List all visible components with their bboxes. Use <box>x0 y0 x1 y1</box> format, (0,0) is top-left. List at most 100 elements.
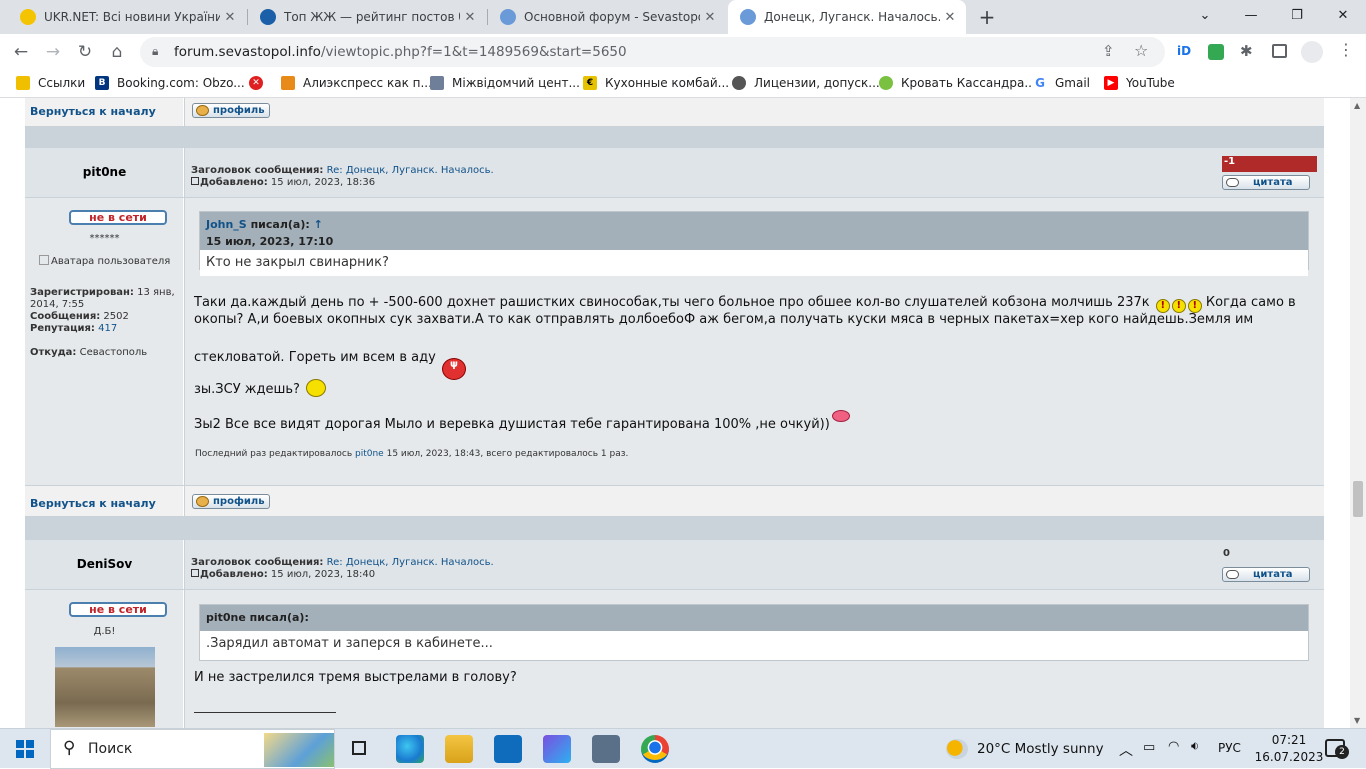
task-view-icon[interactable] <box>346 735 374 763</box>
scrollbar-thumb[interactable] <box>1353 481 1363 517</box>
bookmark-gmail[interactable]: G Gmail <box>1033 76 1090 90</box>
address-bar[interactable]: 🔒︎ forum.sevastopol.info/viewtopic.php?f… <box>140 37 1165 67</box>
chevron-up-icon[interactable]: ︿ <box>1119 740 1133 760</box>
edit-note: Последний раз редактировалось pit0ne 15 … <box>195 449 629 459</box>
waiting-smiley-icon <box>306 379 327 397</box>
calculator-icon[interactable] <box>592 735 620 763</box>
post-separator <box>25 517 1324 540</box>
close-icon[interactable]: ✕ <box>460 10 480 25</box>
bookmark-x[interactable]: ✕ <box>249 76 271 90</box>
bookmark-links[interactable]: Ссылки <box>16 76 85 90</box>
side-panel-icon[interactable] <box>1272 44 1287 58</box>
back-to-top-link[interactable]: Вернуться к началу <box>30 105 156 118</box>
notifications-icon[interactable]: 2 <box>1325 739 1349 759</box>
tab-search-icon[interactable]: ⌄ <box>1182 0 1228 30</box>
scroll-up-icon[interactable]: ▲ <box>1354 101 1360 110</box>
avatar: Аватара пользователя <box>39 255 170 267</box>
profile-button[interactable]: профиль <box>192 494 270 509</box>
close-icon[interactable]: ✕ <box>220 10 240 25</box>
mail-icon[interactable] <box>494 735 522 763</box>
profile-avatar-icon[interactable] <box>1301 41 1323 63</box>
back-to-top-link[interactable]: Вернуться к началу <box>30 497 156 510</box>
bookmark-bed[interactable]: Кровать Кассандра... <box>879 76 1036 90</box>
bookmark-mizhvidomchyi[interactable]: Міжвідомчий цент... <box>430 76 580 90</box>
user-icon <box>196 496 209 507</box>
wifi-icon[interactable]: ◠ <box>1168 739 1179 754</box>
minimize-icon[interactable]: — <box>1228 0 1274 30</box>
profile-button[interactable]: профиль <box>192 103 270 118</box>
clock-date[interactable]: 16.07.2023 <box>1253 750 1325 764</box>
lock-icon[interactable]: 🔒︎ <box>152 44 158 59</box>
quote-button[interactable]: цитата <box>1222 175 1310 190</box>
post-text-line: зы.ЗСУ ждешь? <box>194 379 327 398</box>
menu-kebab-icon[interactable]: ⋮ <box>1338 40 1354 59</box>
chrome-browser-icon[interactable] <box>641 735 669 763</box>
restore-icon[interactable]: ❐ <box>1274 0 1320 30</box>
post-separator <box>25 127 1324 148</box>
bookmark-star-icon[interactable]: ☆ <box>1134 41 1148 60</box>
post-author[interactable]: pit0ne <box>25 165 184 179</box>
booking-icon: B <box>95 76 109 90</box>
forward-icon[interactable]: → <box>38 37 68 67</box>
home-icon[interactable]: ⌂ <box>102 37 132 67</box>
taskbar-search-box[interactable]: ⚲ Поиск <box>50 729 335 769</box>
scroll-down-icon[interactable]: ▼ <box>1354 716 1360 725</box>
file-explorer-icon[interactable] <box>445 735 473 763</box>
tab-top-lj[interactable]: Топ ЖЖ — рейтинг постов блог ✕ <box>248 0 486 34</box>
avatar <box>55 647 155 727</box>
clock-time[interactable]: 07:21 <box>1264 733 1314 747</box>
bookmark-booking[interactable]: B Booking.com: Obzo... <box>95 76 245 90</box>
page-scrollbar[interactable]: ▲ ▼ <box>1350 98 1366 728</box>
globe-icon <box>732 76 746 90</box>
quote-author-link[interactable]: John_S <box>206 218 247 231</box>
broken-image-icon <box>39 255 49 265</box>
bookmark-aliexpress[interactable]: Алиэкспресс как п... <box>281 76 432 90</box>
close-icon[interactable]: ✕ <box>700 10 720 25</box>
devil-smiley-icon: ψ <box>441 358 466 380</box>
bookmark-kitchen[interactable]: € Кухонные комбай... <box>583 76 729 90</box>
reputation-score: 0 <box>1223 548 1230 559</box>
user-rank: Д.Б! <box>93 626 116 637</box>
app-icon[interactable] <box>543 735 571 763</box>
quote-icon <box>1226 570 1239 579</box>
post-subject: Заголовок сообщения: Re: Донецк, Луганск… <box>191 165 494 176</box>
battery-icon[interactable]: ▭ <box>1143 740 1155 755</box>
language-indicator[interactable]: РУС <box>1218 741 1241 755</box>
quote-header: John_S писал(а): ↑ 15 июл, 2023, 17:10 <box>200 212 1308 250</box>
close-window-icon[interactable]: ✕ <box>1320 0 1366 30</box>
weather-sun-icon[interactable] <box>946 739 968 759</box>
quote-block: pit0ne писал(а): .Зарядил автомат и запе… <box>199 604 1309 661</box>
weather-text[interactable]: 20°C Mostly sunny <box>977 741 1104 757</box>
youtube-icon: ▶ <box>1104 76 1118 90</box>
tab-donetsk-topic[interactable]: Донецк, Луганск. Началось. - Ст ✕ <box>728 0 966 34</box>
url-text: forum.sevastopol.info/viewtopic.php?f=1&… <box>174 44 627 60</box>
tab-ukrnet[interactable]: UKR.NET: Всі новини України, ос ✕ <box>8 0 246 34</box>
user-rank: ****** <box>89 233 120 244</box>
extensions-puzzle-icon[interactable]: ✱ <box>1240 42 1253 60</box>
windows-start-icon[interactable] <box>16 740 34 758</box>
reload-icon[interactable]: ↻ <box>70 37 100 67</box>
quote-block: John_S писал(а): ↑ 15 июл, 2023, 17:10 Кт… <box>199 211 1309 276</box>
back-icon[interactable]: ← <box>6 37 36 67</box>
new-tab-button[interactable]: + <box>974 5 1000 29</box>
extension-id-icon[interactable]: iD <box>1177 44 1193 60</box>
post-author[interactable]: DeniSov <box>25 557 184 571</box>
bookmark-youtube[interactable]: ▶ YouTube <box>1104 76 1175 90</box>
search-highlight-image <box>264 733 334 767</box>
forum-favicon-icon <box>500 9 516 25</box>
close-icon[interactable]: ✕ <box>940 10 960 25</box>
post-header: pit0ne Заголовок сообщения: Re: Донецк, … <box>25 148 1324 197</box>
red-x-icon: ✕ <box>249 76 263 90</box>
bookmark-licenses[interactable]: Лицензии, допуск... <box>732 76 880 90</box>
forum-favicon-icon <box>740 9 756 25</box>
lj-favicon-icon <box>260 9 276 25</box>
tab-sevastopol-forum[interactable]: Основной форум - Sevastopol.in ✕ <box>488 0 726 34</box>
share-icon[interactable]: ⇪ <box>1102 42 1115 60</box>
edge-browser-icon[interactable] <box>396 735 424 763</box>
extension-green-icon[interactable] <box>1208 44 1224 60</box>
volume-icon[interactable]: 🔉︎ <box>1191 739 1199 754</box>
user-icon <box>196 105 209 116</box>
quote-source-arrow-icon[interactable]: ↑ <box>314 218 323 231</box>
quote-icon <box>1226 178 1239 187</box>
quote-button[interactable]: цитата <box>1222 567 1310 582</box>
